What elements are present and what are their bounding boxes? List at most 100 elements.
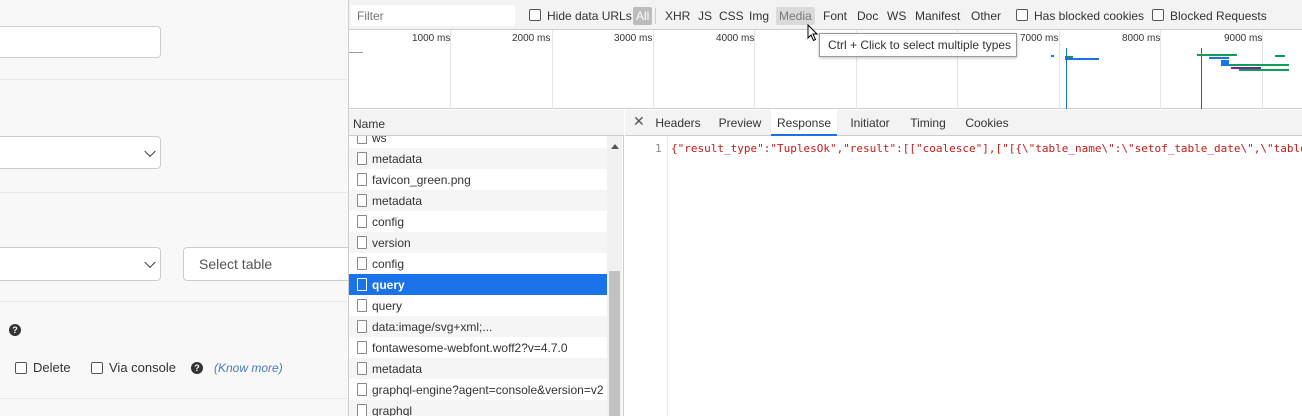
tab-headers[interactable]: Headers	[655, 110, 701, 136]
scrollbar-thumb[interactable]	[609, 271, 620, 416]
tooltip: Ctrl + Click to select multiple types	[819, 33, 1017, 57]
close-icon[interactable]: ✕	[633, 113, 645, 130]
request-name: config	[372, 215, 405, 229]
type-filter-other[interactable]: Other	[968, 7, 1004, 25]
filter-input[interactable]	[351, 5, 515, 26]
request-name: metadata	[372, 194, 423, 208]
request-name: favicon_green.png	[372, 173, 471, 187]
toolbar-separator	[655, 8, 656, 24]
hide-data-urls-label: Hide data URLs	[547, 9, 632, 23]
chevron-down-icon	[144, 145, 156, 157]
type-filter-all[interactable]: All	[633, 7, 653, 25]
select-dropdown[interactable]	[0, 136, 161, 169]
request-name: query	[372, 278, 405, 292]
request-row[interactable]: metadata	[349, 148, 607, 169]
document-icon	[357, 152, 367, 165]
know-more-link[interactable]: (Know more)	[214, 361, 283, 375]
mouse-cursor-icon	[807, 24, 819, 42]
timeline-tick-label: 3000 ms	[614, 33, 653, 44]
request-row[interactable]: ws	[349, 136, 607, 148]
request-row[interactable]: favicon_green.png	[349, 169, 607, 190]
timeline-tick-label: 4000 ms	[716, 33, 755, 44]
request-list: ws metadata favicon_green.png metadata confi…	[349, 136, 607, 416]
request-name: fontawesome-webfont.woff2?v=4.7.0	[372, 341, 568, 355]
type-filter-manifest[interactable]: Manifest	[912, 7, 963, 25]
request-row[interactable]: graphql-engine?agent=console&version=v2	[349, 379, 607, 400]
request-name: metadata	[372, 362, 423, 376]
timeline-tick-label: 8000 ms	[1122, 33, 1161, 44]
select-table-dropdown[interactable]: Select table	[183, 247, 348, 281]
type-filter-css[interactable]: CSS	[716, 7, 747, 25]
schema-select[interactable]	[0, 247, 161, 281]
console-page: Select table ? Delete Via console ? (Kno…	[0, 0, 348, 416]
request-name: version	[372, 236, 411, 250]
tab-response[interactable]: Response	[771, 110, 837, 136]
scroll-up-arrow-icon[interactable]	[611, 144, 619, 149]
request-row[interactable]: version	[349, 232, 607, 253]
tab-preview[interactable]: Preview	[717, 110, 763, 136]
document-icon	[357, 320, 367, 333]
chevron-down-icon	[144, 256, 156, 269]
detail-tabs: ✕ Headers Preview Response Initiator Tim…	[625, 110, 1302, 136]
request-row[interactable]: fontawesome-webfont.woff2?v=4.7.0	[349, 337, 607, 358]
request-row[interactable]: data:image/svg+xml;...	[349, 316, 607, 337]
request-row[interactable]: config	[349, 253, 607, 274]
response-line: {"result_type":"TuplesOk","result":[["co…	[671, 142, 1302, 155]
divider	[0, 79, 348, 80]
request-name: ws	[372, 136, 387, 145]
name-column-header[interactable]: Name	[349, 110, 624, 136]
request-row[interactable]: metadata	[349, 358, 607, 379]
request-row[interactable]: config	[349, 211, 607, 232]
delete-checkbox[interactable]	[15, 362, 27, 374]
document-icon	[357, 194, 367, 207]
response-body[interactable]: 1 {"result_type":"TuplesOk","result":[["…	[625, 136, 1302, 416]
request-list-scrollbar[interactable]	[607, 136, 622, 416]
type-filter-img[interactable]: Img	[746, 7, 772, 25]
document-icon	[357, 362, 367, 375]
request-name: data:image/svg+xml;...	[372, 320, 493, 334]
tab-timing[interactable]: Timing	[909, 110, 947, 136]
delete-label: Delete	[33, 360, 71, 375]
request-name: graphql	[372, 404, 413, 416]
request-name: graphql-engine?agent=console&version=v2	[372, 383, 604, 397]
type-filter-ws[interactable]: WS	[884, 7, 909, 25]
text-input[interactable]	[0, 26, 161, 58]
type-filter-font[interactable]: Font	[820, 7, 850, 25]
tab-initiator[interactable]: Initiator	[847, 110, 893, 136]
has-blocked-cookies-checkbox[interactable]	[1016, 9, 1028, 21]
document-icon	[357, 383, 367, 396]
divider	[0, 301, 348, 302]
request-row[interactable]: query	[349, 274, 607, 295]
request-row[interactable]: query	[349, 295, 607, 316]
document-icon	[357, 173, 367, 186]
request-name: query	[372, 299, 403, 313]
timeline-tick-label: 2000 ms	[512, 33, 551, 44]
type-filter-js[interactable]: JS	[695, 7, 715, 25]
request-row[interactable]: metadata	[349, 190, 607, 211]
question-circle-icon[interactable]: ?	[191, 362, 203, 374]
request-name: metadata	[372, 152, 423, 166]
request-row[interactable]: graphql	[349, 400, 607, 416]
type-filter-doc[interactable]: Doc	[854, 7, 881, 25]
hide-data-urls-checkbox[interactable]	[529, 9, 541, 21]
devtools-network-panel: Hide data URLs All XHR JS CSS Img Media …	[348, 0, 1302, 416]
divider	[0, 192, 348, 193]
document-icon	[357, 136, 367, 144]
tab-cookies[interactable]: Cookies	[963, 110, 1011, 136]
type-filter-xhr[interactable]: XHR	[662, 7, 693, 25]
timeline-tick-label: 1000 ms	[412, 33, 451, 44]
timeline-tick-label: 9000 ms	[1224, 33, 1263, 44]
request-list-panel: Name ws metadata favicon_green.png metadata…	[349, 110, 624, 416]
request-detail-panel: ✕ Headers Preview Response Initiator Tim…	[625, 110, 1302, 416]
filter-toolbar: Hide data URLs All XHR JS CSS Img Media …	[349, 0, 1302, 30]
blocked-requests-checkbox[interactable]	[1152, 9, 1164, 21]
document-icon	[357, 236, 367, 249]
has-blocked-cookies-label: Has blocked cookies	[1034, 9, 1145, 23]
line-number: 1	[655, 142, 662, 155]
document-icon	[357, 299, 367, 312]
document-icon	[357, 404, 367, 416]
document-icon	[357, 341, 367, 354]
via-console-checkbox[interactable]	[91, 362, 103, 374]
type-filter-media[interactable]: Media	[776, 7, 815, 25]
question-circle-icon[interactable]: ?	[9, 324, 21, 336]
